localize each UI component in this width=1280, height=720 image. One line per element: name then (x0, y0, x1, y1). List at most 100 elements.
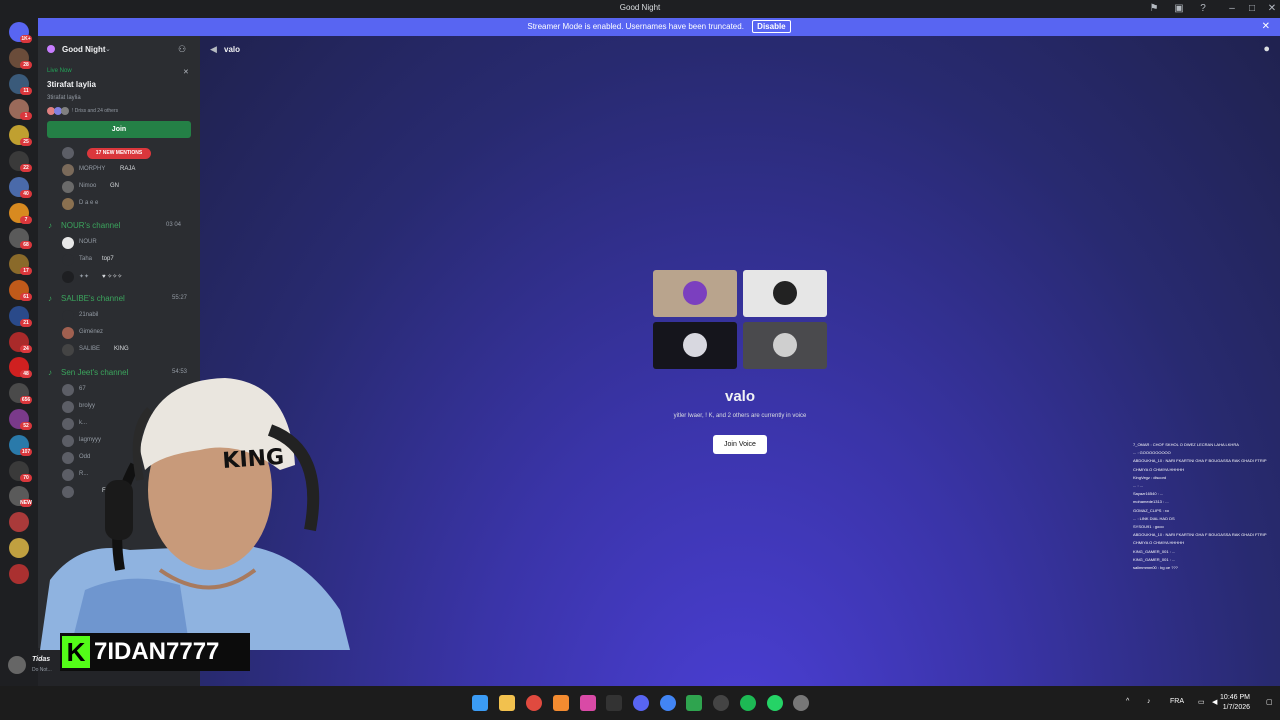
svg-text:KING: KING (222, 445, 285, 474)
server-header[interactable]: Good Night ⌄ ⚇ (38, 36, 200, 64)
avatar (773, 281, 797, 305)
help-icon[interactable]: ? (1197, 3, 1209, 15)
clock-date: 1/7/2026 (1222, 704, 1250, 711)
avatar (683, 281, 707, 305)
close-live-icon[interactable]: ✕ (183, 68, 189, 76)
unread-badge: 40 (20, 189, 32, 198)
chat-icon[interactable]: ● (1263, 43, 1270, 55)
user-name: Tidas (32, 656, 51, 663)
spotify-icon[interactable] (740, 695, 756, 711)
close-banner-icon[interactable]: ✕ (1262, 18, 1270, 36)
close-window-icon[interactable]: ✕ (1266, 3, 1278, 15)
unread-badge: 68 (20, 241, 32, 250)
chevron-down-icon: ⌄ (105, 46, 111, 53)
participant-tile[interactable] (743, 270, 827, 317)
unread-badge: 17 (20, 267, 32, 276)
avatar (62, 327, 74, 339)
maximize-icon[interactable]: □ (1246, 3, 1258, 15)
webcam-overlay: KING (40, 370, 350, 650)
avatar (62, 310, 74, 322)
member-name: ✦✦ (79, 274, 90, 280)
member-tag: KING (114, 346, 129, 352)
language-indicator[interactable]: FRA (1170, 698, 1184, 705)
voice-channel-icon: ♪ (48, 221, 52, 230)
avatar[interactable] (8, 656, 26, 674)
microphone-icon[interactable]: ♪ (1147, 698, 1151, 705)
unread-badge: 1 (20, 112, 32, 121)
voice-channel-nour[interactable]: NOUR's channel (61, 221, 120, 230)
chat-message: mohamede1313 : ... (1133, 499, 1169, 505)
unread-badge: 70 (20, 473, 32, 482)
chat-message: KING_GAMER_001 : ... (1133, 548, 1176, 554)
server-icon[interactable] (9, 563, 29, 584)
discord-icon[interactable] (633, 695, 649, 711)
chevron-up-icon[interactable]: ^ (1126, 698, 1129, 705)
join-stage-button[interactable]: Join (47, 121, 191, 138)
avatar (62, 254, 74, 266)
unread-badge: 61 (20, 293, 32, 301)
inbox-icon[interactable]: ⚑ (1148, 3, 1160, 15)
chat-message: ABDOUKHA_10 : NARI FKARTINI GHA F BOUGAS… (1133, 532, 1267, 538)
voice-channel-icon: ♪ (48, 294, 52, 303)
chat-message: KingVegz : discord (1133, 474, 1167, 480)
obs-icon[interactable] (713, 695, 729, 711)
chat-message: KING_GAMER_001 : ... (1133, 556, 1176, 562)
chat-message: SYSOU91 : gooo (1133, 524, 1164, 530)
server-list: 1K+ 28 11 1 25 22 40 7 68 17 61 21 24 48 656 52 107 70 NEW (0, 18, 38, 686)
settings-icon[interactable] (793, 695, 809, 711)
channel-meta: 55:27 (172, 295, 188, 301)
voice-participants-text: yitler lwaer, ! K, and 2 others are curr… (673, 413, 807, 419)
participant-tile[interactable] (653, 322, 737, 369)
chat-message: ... : LINK DIAL HAD DS (1133, 515, 1175, 521)
participant-tile[interactable] (653, 270, 737, 317)
avatar (62, 237, 74, 249)
network-icon[interactable]: ▭ (1198, 698, 1205, 706)
chrome-icon[interactable] (526, 695, 542, 711)
server-icon (47, 45, 55, 53)
volume-icon[interactable]: ◀ (1212, 698, 1217, 706)
avatar (683, 333, 707, 357)
add-member-icon[interactable]: ⚇ (178, 44, 186, 55)
server-icon[interactable] (9, 512, 29, 533)
user-status: Do Not... (32, 667, 52, 673)
app-icon[interactable] (553, 695, 569, 711)
window-titlebar: Good Night ⚑ ▣ ? – □ ✕ (0, 0, 1280, 18)
whatsapp-icon[interactable] (767, 695, 783, 711)
file-explorer-icon[interactable] (499, 695, 515, 711)
member-name: 21nabil (79, 312, 99, 318)
live-stage-subtitle: 3tirafat laylia (47, 95, 81, 101)
member-name: Taha (79, 256, 93, 262)
unread-badge: 22 (20, 164, 32, 172)
minimize-icon[interactable]: – (1226, 3, 1238, 15)
screen-share-icon[interactable]: ▣ (1173, 3, 1185, 15)
member-name: SALIBE (79, 346, 101, 352)
disable-streamer-mode-button[interactable]: Disable (752, 20, 791, 33)
chat-message: ... : ... (1133, 483, 1144, 489)
avatar (62, 344, 74, 356)
member-tag: ♥ ✧✧✧ (102, 274, 123, 280)
app-icon[interactable] (580, 695, 596, 711)
capcut-icon[interactable] (606, 695, 622, 711)
new-mentions-pill[interactable]: 17 NEW MENTIONS (87, 148, 151, 159)
notifications-icon[interactable]: ▢ (1266, 698, 1273, 706)
member-name: NOUR (79, 239, 97, 245)
unread-badge: 25 (20, 138, 32, 147)
app-icon[interactable] (686, 695, 702, 711)
live-stage-title: 3tirafat laylia (47, 80, 96, 89)
unread-badge: 107 (20, 447, 32, 456)
speaker-icon: ◀ (210, 44, 217, 54)
voice-channel-title: valo (724, 388, 755, 405)
participant-tile[interactable] (743, 322, 827, 369)
unread-badge: 7 (20, 215, 32, 224)
streamer-nameplate: K 7IDAN7777 (60, 633, 250, 671)
server-icon[interactable] (9, 538, 29, 558)
windows-start-icon[interactable] (472, 695, 488, 711)
avatar (62, 198, 74, 210)
member-tag: RAJA (120, 166, 136, 172)
system-clock[interactable]: 10:46 PM 1/7/2026 (1220, 693, 1250, 713)
clock-time: 10:46 PM (1220, 694, 1250, 701)
chrome-icon[interactable] (660, 695, 676, 711)
join-voice-button[interactable]: Join Voice (713, 435, 767, 454)
voice-channel-salibe[interactable]: SALIBE's channel (61, 294, 125, 303)
avatar (773, 333, 797, 357)
